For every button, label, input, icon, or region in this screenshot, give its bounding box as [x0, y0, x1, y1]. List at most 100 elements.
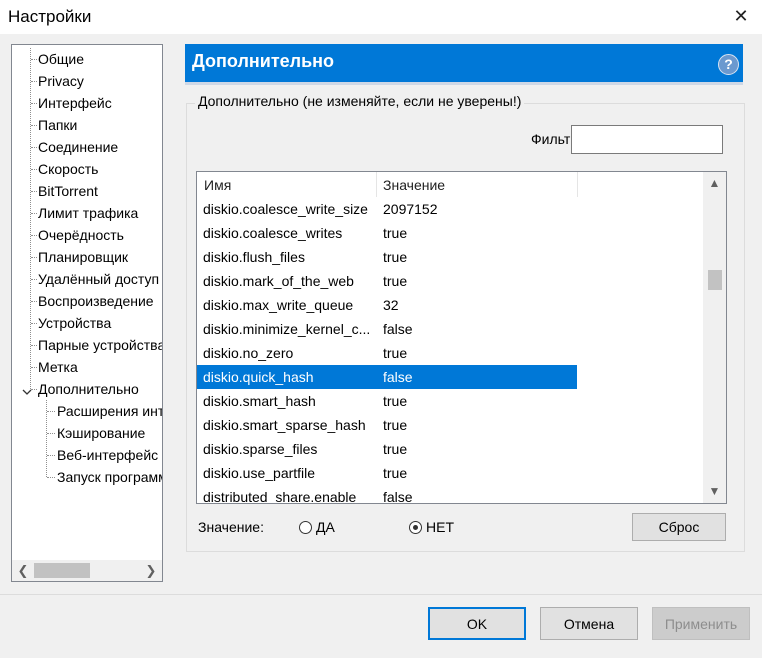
table-row[interactable]: diskio.smart_hash true [197, 389, 703, 413]
sidebar-item-label: Парные устройства [38, 337, 162, 353]
sidebar-item[interactable]: Общие [12, 48, 162, 70]
cell-value: true [383, 417, 408, 433]
sidebar-child-label: Веб-интерфейс [57, 447, 159, 463]
tree-horizontal-scrollbar[interactable]: ❮ ❯ [12, 560, 162, 581]
cell-name: diskio.no_zero [203, 345, 294, 361]
tree-line [31, 125, 37, 126]
section-title: Дополнительно [192, 51, 335, 71]
sidebar-item-label: Воспроизведение [38, 293, 154, 309]
collapse-icon[interactable] [22, 384, 32, 395]
scroll-right-icon[interactable]: ❯ [142, 560, 160, 581]
table-row[interactable]: diskio.sparse_files true [197, 437, 703, 461]
sidebar-child-item[interactable]: Веб-интерфейс [12, 444, 162, 466]
cell-name: diskio.mark_of_the_web [203, 273, 354, 289]
tree-line [47, 455, 55, 456]
table-row[interactable]: diskio.minimize_kernel_c... false [197, 317, 703, 341]
table-row[interactable]: diskio.quick_hash false [197, 365, 703, 389]
sidebar-item[interactable]: Устройства [12, 312, 162, 334]
sidebar-item[interactable]: BitTorrent [12, 180, 162, 202]
scroll-down-icon[interactable]: ▼ [703, 481, 726, 501]
sidebar-item[interactable]: Очерёдность [12, 224, 162, 246]
tree-line [31, 257, 37, 258]
scroll-up-icon[interactable]: ▲ [703, 173, 726, 193]
sidebar-item[interactable]: Воспроизведение [12, 290, 162, 312]
cell-value: true [383, 465, 408, 481]
close-icon[interactable]: ✕ [726, 2, 756, 30]
sidebar-item[interactable]: Дополнительно [12, 378, 162, 400]
sidebar-item[interactable]: Privacy [12, 70, 162, 92]
cell-value: true [383, 225, 408, 241]
sidebar-item-label: Устройства [38, 315, 112, 331]
help-icon[interactable]: ? [718, 54, 739, 75]
column-header-name[interactable]: Имя [204, 172, 231, 197]
tree-line [31, 323, 37, 324]
sidebar-item-label: Общие [38, 51, 85, 67]
sidebar-item-label: Папки [38, 117, 78, 133]
window-title: Настройки [8, 7, 92, 26]
table-row[interactable]: diskio.coalesce_write_size 2097152 [197, 197, 703, 221]
settings-table[interactable]: Имя Значение diskio.coalesce_write_size 2… [196, 171, 727, 504]
column-separator[interactable] [577, 172, 578, 197]
group-legend: Дополнительно (не изменяйте, если не уве… [195, 93, 525, 109]
column-separator[interactable] [376, 172, 377, 197]
sidebar-item[interactable]: Папки [12, 114, 162, 136]
cancel-button[interactable]: Отмена [540, 607, 638, 640]
sidebar-item[interactable]: Планировщик [12, 246, 162, 268]
table-header: Имя Значение [197, 172, 703, 197]
table-row[interactable]: diskio.smart_sparse_hash true [197, 413, 703, 437]
radio-yes-label: ДА [316, 519, 335, 535]
tree-line [31, 213, 37, 214]
cell-value: true [383, 345, 408, 361]
cell-value: true [383, 441, 408, 457]
settings-tree[interactable]: Общие Privacy Интерфейс Папки Соединение Скор… [11, 44, 163, 582]
table-row[interactable]: diskio.mark_of_the_web true [197, 269, 703, 293]
ok-button[interactable]: OK [428, 607, 526, 640]
table-row[interactable]: diskio.no_zero true [197, 341, 703, 365]
cell-value: false [383, 489, 413, 503]
sidebar-child-item[interactable]: Расширения интерфейса [12, 400, 162, 422]
table-row[interactable]: diskio.max_write_queue 32 [197, 293, 703, 317]
cell-value: false [383, 321, 413, 337]
title-bar: Настройки ✕ [0, 0, 762, 34]
filter-input[interactable] [571, 125, 723, 154]
cell-value: false [383, 369, 413, 385]
cell-name: diskio.quick_hash [203, 369, 314, 385]
table-row[interactable]: distributed_share.enable false [197, 485, 703, 503]
sidebar-item-label: Интерфейс [38, 95, 112, 111]
tree-line [47, 477, 55, 478]
sidebar-item[interactable]: Удалённый доступ [12, 268, 162, 290]
sidebar-item-label: Соединение [38, 139, 119, 155]
sidebar-item-label: BitTorrent [38, 183, 98, 199]
value-label: Значение: [198, 519, 264, 535]
reset-button[interactable]: Сброс [632, 513, 726, 541]
radio-circle [299, 521, 312, 534]
sidebar-item[interactable]: Соединение [12, 136, 162, 158]
tree-line [47, 411, 55, 412]
cell-name: diskio.sparse_files [203, 441, 318, 457]
cell-value: 2097152 [383, 201, 438, 217]
section-header: Дополнительно ? [185, 44, 743, 85]
cell-name: diskio.flush_files [203, 249, 305, 265]
column-header-value[interactable]: Значение [383, 172, 445, 197]
sidebar-item[interactable]: Интерфейс [12, 92, 162, 114]
cell-name: diskio.minimize_kernel_c... [203, 321, 371, 337]
dialog-footer [0, 594, 762, 658]
sidebar-item[interactable]: Скорость [12, 158, 162, 180]
sidebar-child-label: Расширения интерфейса [57, 403, 162, 419]
sidebar-item[interactable]: Парные устройства [12, 334, 162, 356]
sidebar-item[interactable]: Лимит трафика [12, 202, 162, 224]
sidebar-item[interactable]: Метка [12, 356, 162, 378]
scroll-left-icon[interactable]: ❮ [14, 560, 32, 581]
sidebar-child-item[interactable]: Запуск программ [12, 466, 162, 488]
table-row[interactable]: diskio.flush_files true [197, 245, 703, 269]
table-vertical-scrollbar[interactable]: ▲ ▼ [703, 172, 726, 503]
table-row[interactable]: diskio.use_partfile true [197, 461, 703, 485]
cell-name: diskio.use_partfile [203, 465, 316, 481]
table-row[interactable]: diskio.coalesce_writes true [197, 221, 703, 245]
scroll-thumb[interactable] [34, 563, 90, 578]
cell-value: true [383, 249, 408, 265]
sidebar-child-item[interactable]: Кэширование [12, 422, 162, 444]
scroll-thumb[interactable] [708, 270, 722, 290]
tree-line [31, 367, 37, 368]
sidebar-item-label: Лимит трафика [38, 205, 139, 221]
